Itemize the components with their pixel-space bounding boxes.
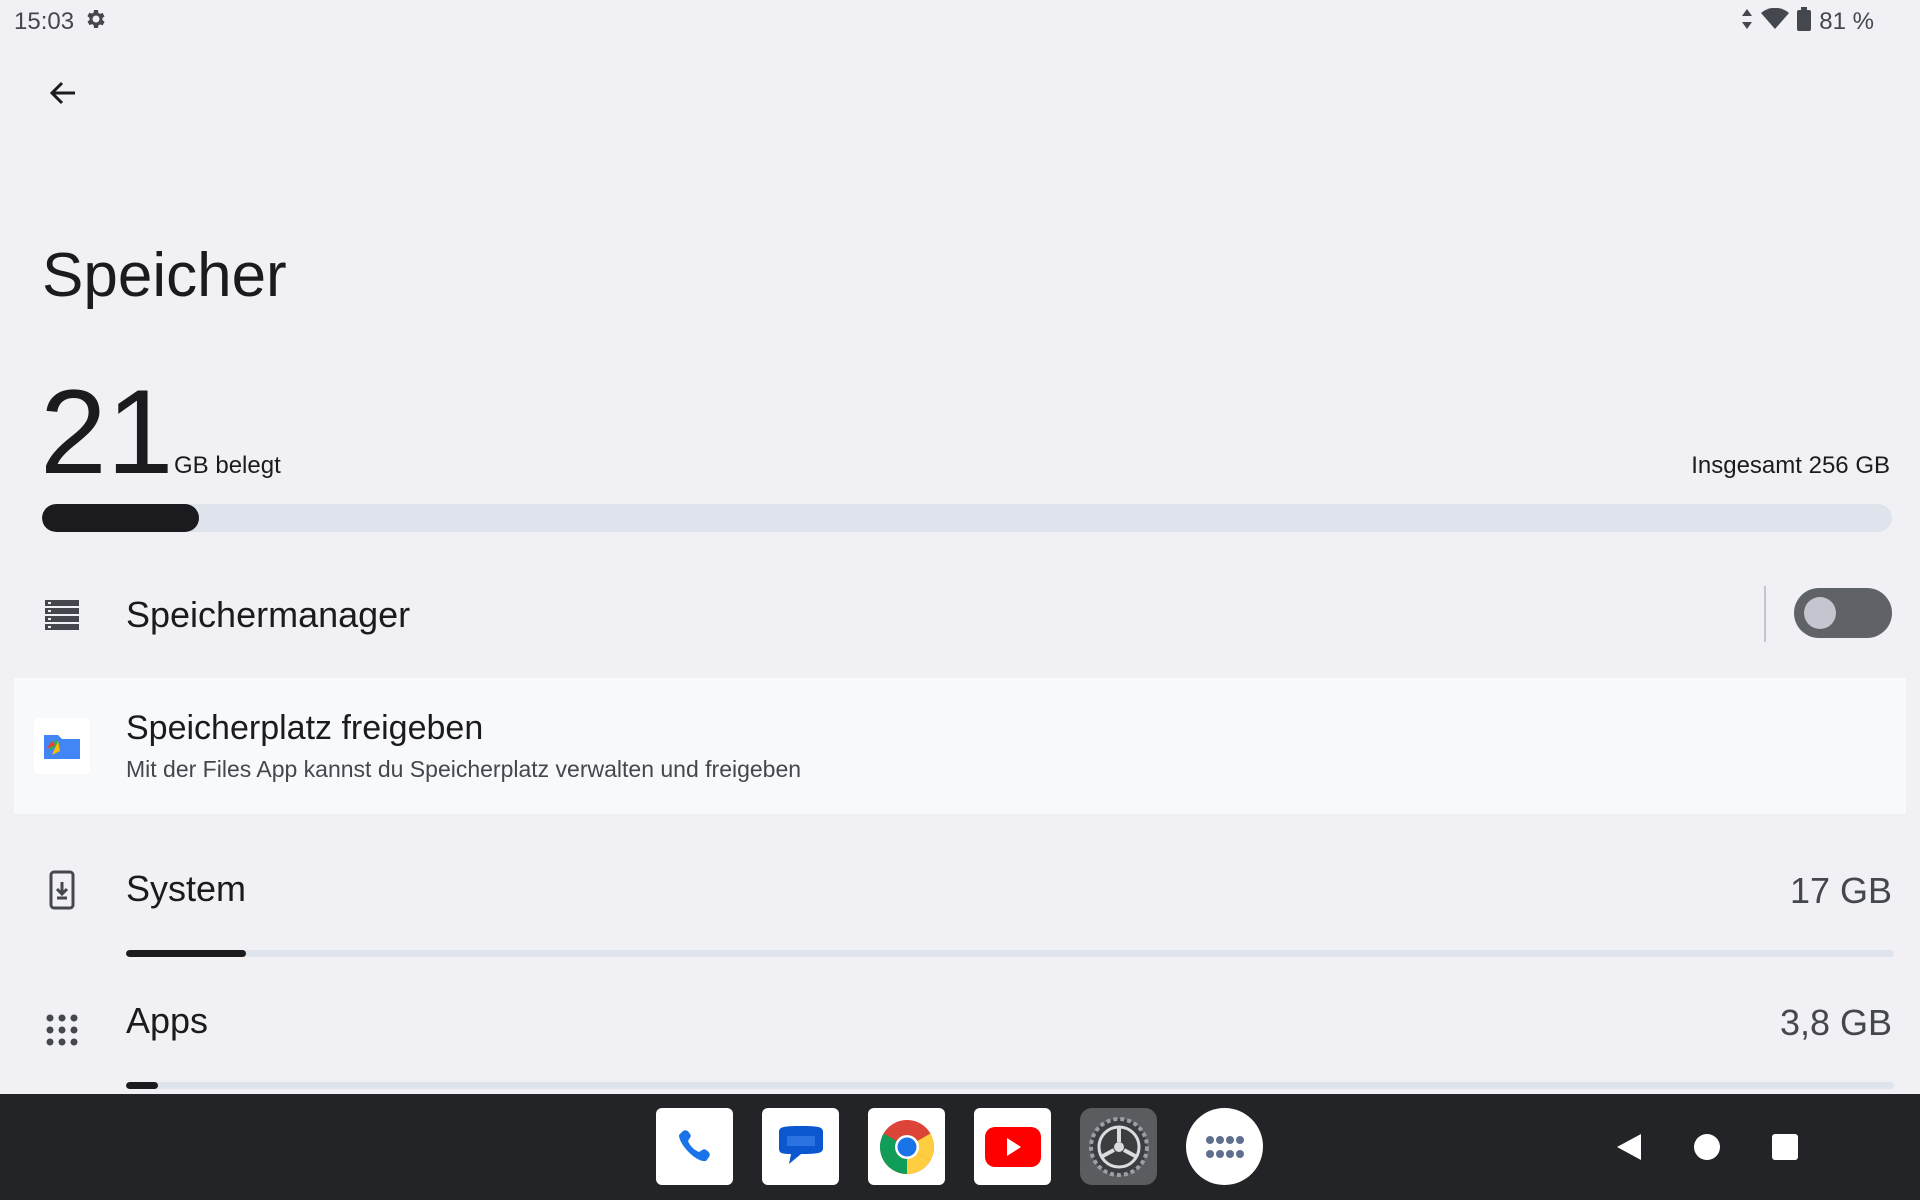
settings-icon [84, 7, 108, 38]
storage-list-icon [44, 597, 80, 633]
category-usage-fill [126, 1082, 158, 1089]
category-label: Apps [126, 1000, 209, 1041]
apps-grid-icon [44, 1012, 80, 1048]
youtube-app-icon[interactable] [974, 1108, 1051, 1185]
system-nav-keys [1608, 1120, 1806, 1174]
nav-back-icon[interactable] [1608, 1120, 1650, 1174]
category-value: 3,8 GB [1779, 1002, 1892, 1043]
page-title: Speicher [42, 241, 287, 310]
back-button[interactable] [36, 68, 90, 122]
battery-percent: 81 % [1819, 8, 1874, 35]
app-dock [656, 1108, 1263, 1185]
chrome-app-icon[interactable] [868, 1108, 945, 1185]
status-right: 81 % [1741, 6, 1874, 38]
arrow-left-icon [47, 77, 79, 114]
app-drawer-icon[interactable] [1186, 1108, 1263, 1185]
category-usage-bar [126, 1082, 1894, 1089]
total-storage: Insgesamt 256 GB [1691, 452, 1890, 479]
category-label: System [126, 868, 247, 909]
toggle-divider [1764, 586, 1766, 642]
wifi-icon [1761, 7, 1790, 37]
settings-app-icon[interactable] [1080, 1108, 1157, 1185]
storage-usage-fill [42, 504, 200, 532]
free-up-space-subtitle: Mit der Files App kannst du Speicherplat… [126, 756, 802, 782]
category-usage-bar [126, 950, 1894, 957]
status-time: 15:03 [14, 8, 75, 35]
free-up-space-title: Speicherplatz freigeben [126, 709, 484, 747]
storage-manager-row[interactable]: Speichermanager [14, 572, 1906, 658]
used-storage-unit: GB belegt [174, 452, 281, 479]
nav-home-icon[interactable] [1686, 1120, 1728, 1174]
phone-app-icon[interactable] [656, 1108, 733, 1185]
status-bar: 15:03 81 % [0, 0, 1920, 44]
category-text: Apps [126, 1000, 208, 1042]
system-update-icon [44, 870, 80, 910]
messages-app-icon[interactable] [762, 1108, 839, 1185]
category-row-system[interactable]: System 17 GB [14, 846, 1906, 978]
data-arrows-icon [1741, 8, 1753, 37]
used-storage-value: 21 [40, 365, 174, 499]
free-up-space-row[interactable]: Speicherplatz freigeben Mit der Files Ap… [14, 678, 1906, 814]
storage-manager-label: Speichermanager [126, 594, 411, 635]
category-value: 17 GB [1789, 870, 1892, 911]
category-usage-fill [126, 950, 247, 957]
taskbar [0, 1094, 1920, 1200]
status-left: 15:03 [14, 7, 108, 38]
storage-manager-toggle[interactable] [1794, 588, 1892, 638]
nav-recents-icon[interactable] [1764, 1120, 1806, 1174]
free-up-space-text: Speicherplatz freigeben Mit der Files Ap… [126, 709, 801, 783]
storage-manager-text: Speichermanager [126, 594, 410, 636]
category-text: System [126, 868, 246, 910]
category-row-apps[interactable]: Apps 3,8 GB [14, 978, 1906, 1110]
storage-usage-bar [42, 504, 1892, 532]
battery-icon [1797, 6, 1812, 38]
toggle-knob [1804, 597, 1836, 629]
files-app-icon [34, 718, 90, 774]
